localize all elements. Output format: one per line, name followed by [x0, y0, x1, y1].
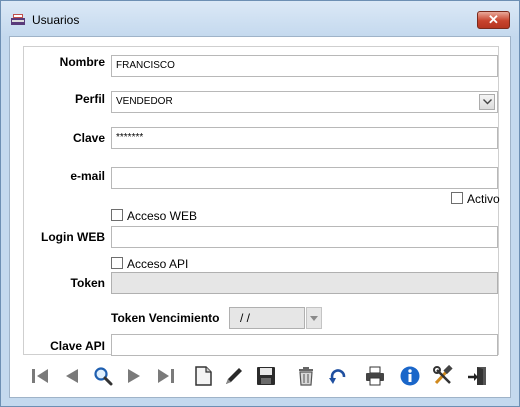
close-button[interactable]: ✕ [477, 11, 510, 29]
info-button[interactable] [399, 365, 421, 387]
delete-trash-icon [299, 367, 313, 386]
token-vencimiento-date-field: / / [229, 307, 305, 329]
activo-checkbox[interactable] [451, 192, 463, 204]
chevron-down-icon[interactable] [479, 94, 495, 110]
print-icon [366, 366, 384, 386]
tools-icon [433, 365, 453, 385]
undo-icon [329, 369, 346, 384]
first-record-icon [32, 369, 48, 383]
edit-button[interactable] [223, 365, 245, 387]
search-button[interactable] [92, 365, 114, 387]
edit-pencil-icon [226, 368, 242, 384]
next-record-icon [128, 369, 140, 383]
title-bar[interactable]: Usuarios ✕ [1, 1, 519, 37]
exit-door-icon [468, 367, 486, 385]
acceso-api-label: Acceso API [127, 257, 189, 271]
acceso-web-label: Acceso WEB [127, 209, 198, 223]
tools-button[interactable] [432, 365, 454, 387]
nombre-field[interactable]: FRANCISCO [111, 55, 498, 77]
clave-label: Clave [72, 131, 105, 145]
info-icon [400, 366, 420, 386]
form-panel: Nombre FRANCISCO Perfil VENDEDOR Clave *… [9, 36, 511, 398]
save-floppy-icon [257, 367, 275, 385]
exit-button[interactable] [466, 365, 488, 387]
acceso-api-checkbox[interactable] [111, 257, 123, 269]
login-web-field[interactable] [111, 226, 498, 248]
next-record-button[interactable] [123, 365, 145, 387]
previous-record-icon [66, 369, 78, 383]
delete-button[interactable] [295, 365, 317, 387]
perfil-selected-value: VENDEDOR [116, 96, 173, 107]
date-dropdown-button [306, 307, 322, 329]
login-web-label: Login WEB [41, 230, 105, 244]
clave-api-field[interactable] [111, 334, 498, 356]
usuarios-window: Usuarios ✕ Nombre FRANCISCO Perfil VENDE… [0, 0, 520, 407]
activo-label: Activo [467, 192, 500, 206]
token-vencimiento-label: Token Vencimiento [111, 311, 220, 325]
perfil-select[interactable]: VENDEDOR [111, 91, 498, 113]
user-fields-group: Nombre FRANCISCO Perfil VENDEDOR Clave *… [23, 46, 500, 356]
last-record-button[interactable] [155, 365, 177, 387]
clave-password-field[interactable]: ******* [111, 127, 498, 149]
email-field[interactable] [111, 167, 498, 189]
search-icon [94, 367, 113, 386]
print-button[interactable] [364, 365, 386, 387]
app-cash-register-icon [10, 12, 26, 26]
new-document-icon [195, 366, 212, 386]
window-title: Usuarios [32, 13, 80, 27]
first-record-button[interactable] [29, 365, 51, 387]
undo-button[interactable] [327, 365, 349, 387]
clave-api-label: Clave API [50, 339, 105, 353]
email-label: e-mail [70, 169, 105, 183]
perfil-label: Perfil [74, 92, 105, 106]
acceso-web-checkbox[interactable] [111, 209, 123, 221]
last-record-icon [158, 369, 174, 383]
token-field [111, 272, 498, 294]
token-label: Token [70, 276, 105, 290]
new-button[interactable] [192, 365, 214, 387]
previous-record-button[interactable] [61, 365, 83, 387]
save-button[interactable] [255, 365, 277, 387]
nombre-label: Nombre [59, 55, 105, 69]
